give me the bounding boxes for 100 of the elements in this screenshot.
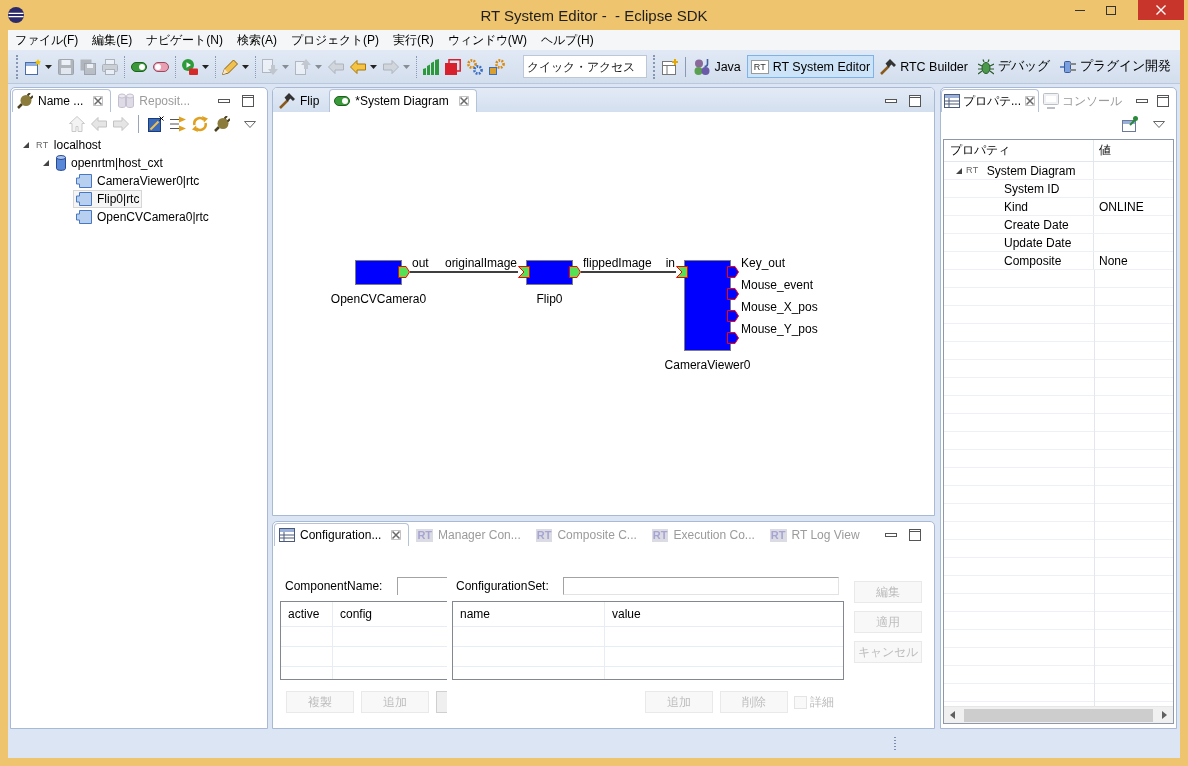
out-port[interactable] — [727, 310, 739, 322]
edit-window-icon[interactable] — [148, 116, 164, 132]
horizontal-scrollbar[interactable] — [944, 706, 1173, 723]
maximize-icon[interactable] — [1105, 5, 1116, 15]
in-port[interactable] — [518, 266, 530, 278]
plug-icon — [1060, 58, 1076, 75]
tab[interactable]: Configuration... — [274, 523, 410, 546]
in-port[interactable] — [676, 266, 688, 278]
minimize-icon[interactable] — [885, 532, 897, 537]
close-icon[interactable] — [458, 96, 469, 106]
component-block[interactable] — [355, 260, 402, 285]
menu-item[interactable]: ヘルプ(H) — [534, 30, 601, 50]
column-header: value — [611, 606, 642, 623]
switch-on-icon[interactable] — [131, 61, 147, 72]
database-icon — [118, 93, 135, 109]
maximize-icon[interactable] — [242, 94, 254, 107]
out-port[interactable] — [398, 266, 410, 278]
column-header: config — [339, 606, 374, 623]
property-name: System ID — [1004, 181, 1060, 196]
column-header: active — [281, 602, 333, 626]
bug-icon — [978, 58, 994, 75]
cylinder-icon — [56, 155, 66, 171]
perspective-button[interactable]: プラグイン開発 — [1056, 55, 1175, 78]
tree-item[interactable]: openrtm|host_cxt — [53, 154, 166, 172]
tab[interactable]: Name ... — [12, 89, 112, 112]
component-name: OpenCVCamera0 — [330, 292, 427, 306]
scroll-left-icon[interactable] — [950, 711, 955, 719]
tab[interactable]: *System Diagram — [329, 89, 477, 112]
tree-toggle-icon[interactable] — [43, 160, 49, 166]
icon-label: RT — [750, 59, 769, 74]
component-block[interactable] — [526, 260, 573, 285]
property-value: None — [1099, 253, 1128, 268]
close-icon[interactable] — [93, 96, 104, 106]
switch-off-icon[interactable] — [153, 61, 169, 72]
table-icon — [944, 93, 960, 109]
icon-label: RT — [36, 139, 49, 151]
tab[interactable]: Flip — [274, 89, 328, 112]
component-name: Flip0 — [536, 292, 563, 306]
minimize-icon[interactable] — [218, 98, 230, 103]
out-port[interactable] — [727, 288, 739, 300]
stop-icon[interactable] — [445, 58, 461, 75]
tree-toggle-icon[interactable] — [23, 142, 29, 148]
out-port[interactable] — [569, 266, 581, 278]
clipped-button[interactable] — [436, 691, 447, 713]
bars-icon[interactable] — [423, 58, 439, 75]
port-name: Key_out — [741, 256, 786, 270]
minimize-icon[interactable] — [885, 98, 897, 103]
perspective-button[interactable]: RT RT System Editor — [746, 55, 875, 78]
menu-item[interactable]: ウィンドウ(W) — [440, 30, 534, 50]
menu-item[interactable]: 検索(A) — [230, 30, 284, 50]
add-window-icon[interactable] — [662, 58, 679, 75]
port-name: out — [412, 256, 429, 270]
input-field[interactable] — [563, 577, 839, 595]
scrollbar-thumb[interactable] — [964, 708, 1153, 722]
out-port[interactable] — [727, 332, 739, 344]
caret-icon[interactable] — [202, 64, 209, 69]
tree-toggle-icon[interactable] — [956, 167, 962, 174]
property-name: Create Date — [1004, 217, 1069, 232]
component-icon — [76, 174, 92, 188]
menu-item[interactable]: 実行(R) — [386, 30, 441, 50]
run-icon[interactable] — [182, 58, 198, 75]
pin-icon[interactable] — [1122, 116, 1138, 132]
tree-item[interactable]: CameraViewer0|rtc — [73, 172, 203, 190]
out-port[interactable] — [727, 266, 739, 278]
tab[interactable]: プロパテ... — [941, 89, 1039, 112]
view-menu-icon[interactable] — [1153, 120, 1165, 128]
tree-item[interactable]: Flip0|rtc — [73, 190, 143, 208]
switch-on-icon — [334, 96, 351, 106]
caret-icon[interactable] — [370, 64, 377, 69]
plug-icon — [17, 93, 33, 109]
perspective-button[interactable]: Java — [690, 55, 745, 78]
minimize-icon[interactable] — [1074, 9, 1085, 11]
view-menu-icon[interactable] — [244, 120, 256, 128]
scroll-right-icon[interactable] — [1162, 711, 1167, 719]
port-name: Mouse_X_pos — [741, 300, 818, 314]
close-icon[interactable] — [391, 530, 402, 540]
menu-item[interactable]: 編集(E) — [85, 30, 140, 50]
new-window-icon[interactable] — [25, 58, 41, 75]
property-value: ONLINE — [1099, 199, 1144, 214]
menu-item[interactable]: プロジェクト(P) — [284, 30, 386, 50]
menu-item[interactable]: ファイル(F) — [8, 30, 86, 50]
arrows-icon[interactable] — [170, 116, 186, 132]
tree-item[interactable]: RT localhost — [33, 136, 105, 154]
gears-icon[interactable] — [467, 58, 483, 75]
gears-icon[interactable] — [489, 58, 505, 75]
caret-icon[interactable] — [45, 64, 52, 69]
maximize-icon[interactable] — [909, 94, 921, 107]
port-name: originalImage — [444, 256, 517, 270]
quick-access-field[interactable]: クイック・アクセス — [523, 55, 648, 78]
tree-item[interactable]: OpenCVCamera0|rtc — [73, 208, 212, 226]
maximize-icon[interactable] — [909, 528, 921, 541]
maximize-icon[interactable] — [1157, 94, 1169, 107]
perspective-button[interactable]: デバッグ — [974, 55, 1054, 78]
menu-item[interactable]: ナビゲート(N) — [139, 30, 230, 50]
minimize-icon[interactable] — [1136, 98, 1148, 103]
plug-icon[interactable] — [214, 116, 230, 132]
caret-icon[interactable] — [242, 64, 249, 69]
monitor-icon — [1043, 93, 1059, 109]
close-icon[interactable] — [1025, 96, 1035, 106]
perspective-button[interactable]: RTC Builder — [876, 55, 972, 78]
